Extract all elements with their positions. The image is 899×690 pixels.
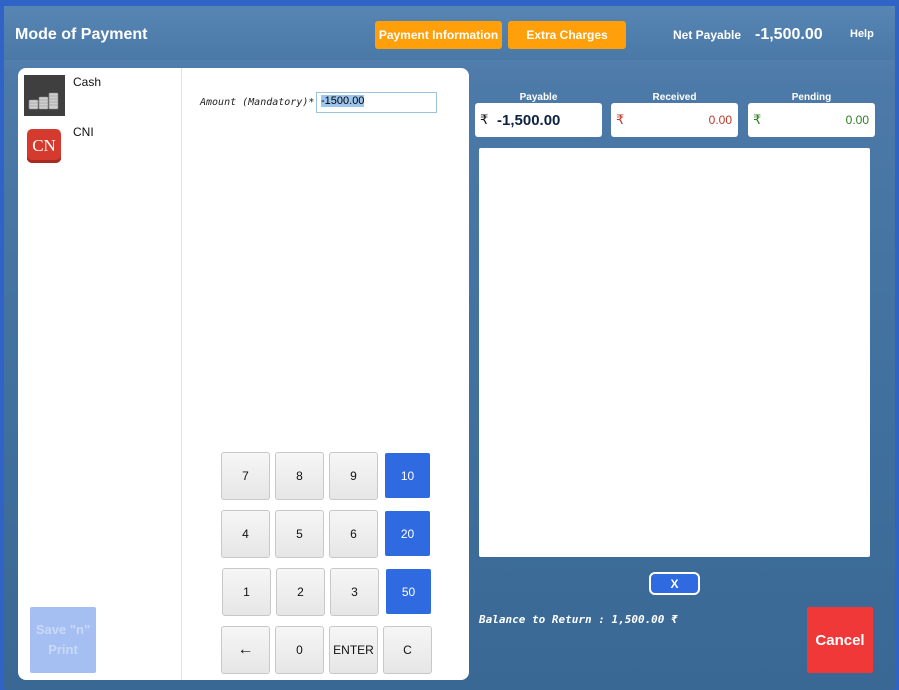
rupee-icon: ₹ bbox=[616, 112, 625, 127]
pending-value: 0.00 bbox=[845, 113, 869, 127]
header-bar: Mode of Payment Payment Information Extr… bbox=[4, 6, 895, 60]
pending-label: Pending bbox=[791, 92, 832, 103]
keypad-key-0[interactable]: 0 bbox=[275, 626, 324, 674]
extra-charges-button[interactable]: Extra Charges bbox=[508, 21, 626, 49]
net-payable-value: -1,500.00 bbox=[755, 26, 823, 43]
keypad-clear-key[interactable]: C bbox=[383, 626, 432, 674]
payable-box: ₹ -1,500.00 bbox=[475, 103, 602, 137]
keypad-key-8[interactable]: 8 bbox=[275, 452, 324, 500]
payment-window: Mode of Payment Payment Information Extr… bbox=[4, 6, 895, 690]
keypad-key-7[interactable]: 7 bbox=[221, 452, 270, 500]
net-payable-label: Net Payable bbox=[673, 28, 742, 42]
keypad-key-2[interactable]: 2 bbox=[276, 568, 325, 616]
amount-input-value: -1500.00 bbox=[321, 95, 365, 107]
balance-to-return: Balance to Return : 1,500.00 ₹ bbox=[479, 613, 678, 626]
payment-mode-label: CNI bbox=[73, 125, 94, 139]
payment-entry-panel: Cash CN CNI Save "n" Print Amount (Manda… bbox=[18, 68, 469, 680]
keypad-enter-key[interactable]: ENTER bbox=[329, 626, 378, 674]
rupee-icon: ₹ bbox=[753, 112, 762, 127]
save-and-print-button[interactable]: Save "n" Print bbox=[30, 607, 96, 673]
amount-label: Amount (Mandatory)* bbox=[200, 97, 315, 108]
payment-mode-list: Cash CN CNI Save "n" Print bbox=[18, 68, 182, 680]
keypad-backspace-key[interactable]: ← bbox=[221, 626, 270, 674]
payable-value: -1,500.00 bbox=[497, 112, 561, 129]
help-button[interactable]: Help bbox=[850, 28, 874, 40]
payment-list[interactable] bbox=[479, 148, 870, 557]
cancel-button[interactable]: Cancel bbox=[807, 607, 873, 673]
keypad-key-50[interactable]: 50 bbox=[386, 569, 431, 614]
cash-coins-icon bbox=[24, 75, 65, 116]
keypad-key-9[interactable]: 9 bbox=[329, 452, 378, 500]
payable-label: Payable bbox=[519, 92, 558, 103]
received-label: Received bbox=[652, 92, 697, 103]
received-value: 0.00 bbox=[708, 113, 732, 127]
remove-payment-button[interactable]: X bbox=[649, 572, 700, 595]
keypad-key-4[interactable]: 4 bbox=[221, 510, 270, 558]
pending-box: ₹ 0.00 bbox=[748, 103, 875, 137]
keypad-key-10[interactable]: 10 bbox=[385, 453, 430, 498]
keypad-key-5[interactable]: 5 bbox=[275, 510, 324, 558]
payment-mode-label: Cash bbox=[73, 75, 102, 89]
received-box: ₹ 0.00 bbox=[611, 103, 738, 137]
payment-mode-cni[interactable]: CN CNI bbox=[24, 125, 174, 169]
rupee-icon: ₹ bbox=[480, 112, 489, 127]
keypad-key-1[interactable]: 1 bbox=[222, 568, 271, 616]
page-title: Mode of Payment bbox=[15, 26, 148, 43]
cni-icon: CN bbox=[27, 129, 61, 163]
keypad-key-6[interactable]: 6 bbox=[329, 510, 378, 558]
keypad-key-20[interactable]: 20 bbox=[385, 511, 430, 556]
keypad-key-3[interactable]: 3 bbox=[330, 568, 379, 616]
amount-input[interactable]: -1500.00 bbox=[316, 92, 437, 113]
payment-mode-cash[interactable]: Cash bbox=[24, 75, 174, 119]
payment-information-button[interactable]: Payment Information bbox=[375, 21, 502, 49]
